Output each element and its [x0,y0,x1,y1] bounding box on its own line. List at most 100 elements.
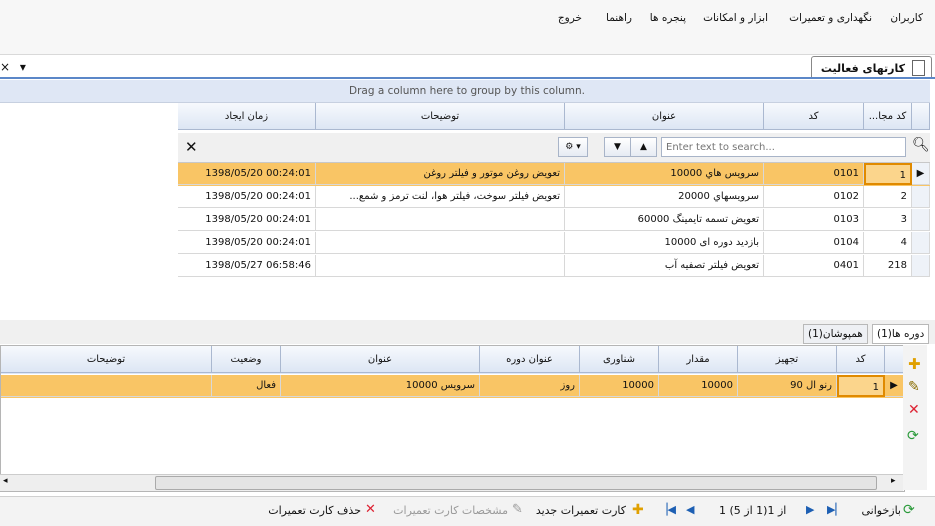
cell-created[interactable]: 1398/05/27 06:58:46 [178,255,316,277]
menu-exit[interactable]: خروج [558,12,582,24]
detail-col-amount[interactable]: مقدار [659,346,738,373]
cell-title[interactable]: تعویض تسمه تایمینگ 60000 [565,209,764,231]
row-selector[interactable] [912,232,930,254]
cell-category-code[interactable]: 3 [864,209,912,231]
detail-col-period-title[interactable]: عنوان دوره [480,346,580,373]
menu-users[interactable]: کاربران [890,12,923,24]
row-selector[interactable] [912,186,930,208]
cell-desc[interactable] [316,209,565,231]
search-prev-button[interactable]: ▲ [630,137,657,157]
table-row[interactable]: 1398/05/20 00:24:01 تعویض تسمه تایمینگ 60… [178,209,930,232]
col-header-created[interactable]: زمان ایجاد [178,103,316,130]
tab-periods[interactable]: دوره ها(1) [872,324,930,344]
cell-created[interactable]: 1398/05/20 00:24:01 [178,163,316,185]
delete-card-button[interactable]: حذف کارت تعمیرات [268,504,361,517]
menu-maintenance[interactable]: نگهداری و تعمیرات [789,12,872,24]
toolstrip [0,32,935,55]
scroll-left-icon[interactable]: ◂ [3,476,8,486]
reload-button[interactable]: بازخوانی [862,504,902,517]
detail-cell-amount[interactable]: 10000 [659,375,738,397]
next-page-icon[interactable]: ▶ [806,503,814,516]
first-page-icon[interactable]: ▶▏ [827,503,844,516]
edit-pencil-icon[interactable]: ✎ [908,379,920,395]
menu-bar: کاربران نگهداری و تعمیرات ابزار و امکانا… [0,0,935,32]
cell-created[interactable]: 1398/05/20 00:24:01 [178,232,316,254]
cell-title[interactable]: سرويس هاي 10000 [565,163,764,185]
cell-title[interactable]: سرويسهاي 20000 [565,186,764,208]
card-details-button[interactable]: مشخصات کارت تعمیرات [393,504,508,517]
chevron-down-icon[interactable]: ▾ [20,60,26,74]
delete-icon[interactable]: ✕ [908,402,920,418]
detail-grid: توضیحات وضعیت عنوان عنوان دوره شناوری مق… [0,345,905,492]
menu-help[interactable]: راهنما [606,12,632,24]
close-icon[interactable]: × [0,60,10,74]
cell-desc[interactable]: تعویض روغن موتور و فیلتر روغن [316,163,565,185]
tab-overlaps[interactable]: همپوشان(1) [803,324,868,344]
tab-strip-underline [0,77,935,79]
detail-cell-title[interactable]: سرويس 10000 [281,375,480,397]
cell-desc[interactable] [316,232,565,254]
detail-cell-code[interactable]: 1 [837,375,885,397]
detail-grid-rows: فعال سرويس 10000 روز 10000 10000 رنو ال 90 1 ▶ [1,375,904,398]
col-header-category-code[interactable]: کد مجا... [864,103,912,130]
main-grid-header: زمان ایجاد توضیحات عنوان کد کد مجا... [178,103,930,130]
scrollbar-thumb[interactable] [155,476,877,490]
cell-title[interactable]: تعویض فیلتر تصفیه آب [565,255,764,277]
menu-tools[interactable]: ابزار و امکانات [703,12,768,24]
table-row[interactable]: 1398/05/27 06:58:46 تعویض فیلتر تصفیه آب 0… [178,255,930,278]
menu-windows[interactable]: پنجره ها [650,12,686,24]
search-icon: 🔍︎ [912,137,930,153]
last-page-icon[interactable]: ▕◀ [659,503,676,516]
prev-page-icon[interactable]: ◀ [686,503,694,516]
clear-search-icon[interactable]: ✕ [185,138,198,156]
detail-col-equipment[interactable]: تجهیز [738,346,837,373]
cell-category-code[interactable]: 218 [864,255,912,277]
detail-col-code[interactable]: کد [837,346,885,373]
detail-col-desc[interactable]: توضیحات [1,346,212,373]
col-header-desc[interactable]: توضیحات [316,103,565,130]
detail-col-float[interactable]: شناوری [580,346,659,373]
cell-desc[interactable]: تعويض فيلتر سوخت، فیلتر هوا، لنت ترمز و … [316,186,565,208]
detail-cell-float[interactable]: 10000 [580,375,659,397]
row-indicator-icon[interactable]: ▶ [912,163,930,185]
tab-activity-cards[interactable]: کارتهای فعالیت [811,56,932,79]
cell-created[interactable]: 1398/05/20 00:24:01 [178,186,316,208]
row-indicator-icon[interactable]: ▶ [885,375,904,397]
table-row[interactable]: 1398/05/20 00:24:01 بازدید دوره ای 10000 0… [178,232,930,255]
delete-card-icon: ✕ [365,502,376,517]
detail-cell-equipment[interactable]: رنو ال 90 [738,375,837,397]
search-input[interactable] [661,137,906,157]
search-next-button[interactable]: ▼ [604,137,631,157]
group-by-panel[interactable]: Drag a column here to group by this colu… [0,80,930,103]
table-row[interactable]: 1398/05/20 00:24:01 تعويض فيلتر سوخت، فیل… [178,186,930,209]
cell-code[interactable]: 0101 [764,163,864,185]
row-selector[interactable] [912,255,930,277]
search-options-button[interactable]: ⚙ ▾ [558,137,588,157]
add-icon[interactable]: ✚ [908,355,921,373]
cell-category-code[interactable]: 4 [864,232,912,254]
reload-icon: ⟳ [903,502,915,518]
detail-col-status[interactable]: وضعیت [212,346,281,373]
cell-category-code[interactable]: 2 [864,186,912,208]
cell-category-code[interactable]: 1 [864,163,912,185]
table-row[interactable]: 1398/05/20 00:24:01 تعویض روغن موتور و فی… [178,163,930,186]
col-header-code[interactable]: کد [764,103,864,130]
detail-col-title[interactable]: عنوان [281,346,480,373]
cell-desc[interactable] [316,255,565,277]
col-header-title[interactable]: عنوان [565,103,764,130]
cell-code[interactable]: 0102 [764,186,864,208]
detail-cell-desc[interactable] [1,375,212,397]
cell-code[interactable]: 0401 [764,255,864,277]
cell-title[interactable]: بازدید دوره ای 10000 [565,232,764,254]
cell-code[interactable]: 0104 [764,232,864,254]
cell-created[interactable]: 1398/05/20 00:24:01 [178,209,316,231]
row-selector[interactable] [912,209,930,231]
detail-cell-period-title[interactable]: روز [480,375,580,397]
detail-cell-status[interactable]: فعال [212,375,281,397]
scroll-right-icon[interactable]: ▸ [891,476,896,486]
new-card-button[interactable]: کارت تعمیرات جدید [536,504,626,517]
refresh-icon[interactable]: ⟳ [907,428,919,444]
cell-code[interactable]: 0103 [764,209,864,231]
detail-row[interactable]: فعال سرويس 10000 روز 10000 10000 رنو ال 90 1 ▶ [1,375,904,398]
document-icon [912,60,925,76]
